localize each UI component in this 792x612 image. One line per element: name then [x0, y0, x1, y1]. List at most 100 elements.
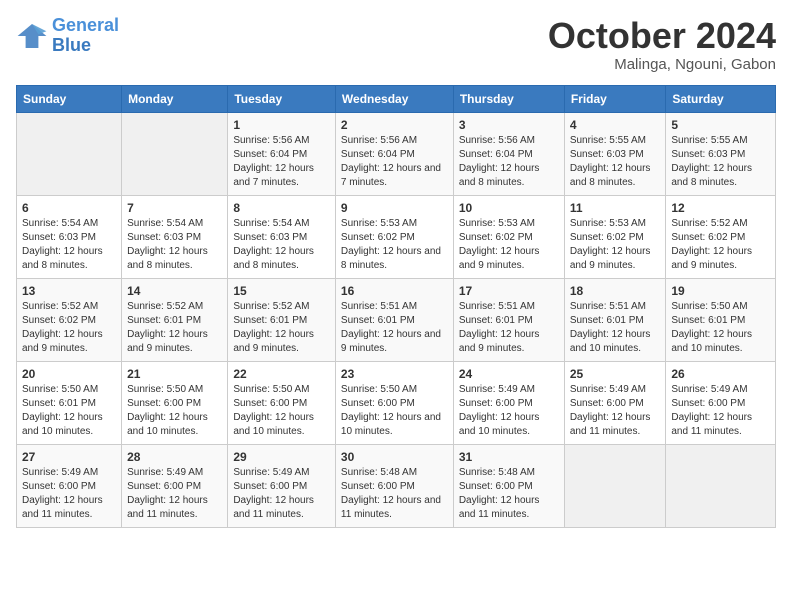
- calendar-cell: 8 Sunrise: 5:54 AMSunset: 6:03 PMDaylight…: [228, 195, 336, 278]
- day-number: 11: [570, 201, 661, 215]
- weekday-header: Sunday: [17, 85, 122, 112]
- location: Malinga, Ngouni, Gabon: [548, 56, 776, 73]
- day-number: 13: [22, 284, 116, 298]
- calendar-cell: 3 Sunrise: 5:56 AMSunset: 6:04 PMDaylight…: [453, 112, 564, 195]
- day-number: 22: [233, 367, 330, 381]
- calendar-cell: [17, 112, 122, 195]
- calendar-cell: [666, 444, 776, 527]
- calendar-cell: 30Sunrise: 5:48 AMSunset: 6:00 PMDayligh…: [335, 444, 453, 527]
- day-info: Sunrise: 5:52 AMSunset: 6:01 PMDaylight:…: [127, 300, 222, 356]
- day-number: 7: [127, 201, 222, 215]
- calendar-cell: 25Sunrise: 5:49 AMSunset: 6:00 PMDayligh…: [564, 361, 666, 444]
- weekday-header: Monday: [122, 85, 228, 112]
- logo: General Blue: [16, 16, 119, 56]
- day-info: Sunrise: 5:51 AMSunset: 6:01 PMDaylight:…: [570, 300, 661, 356]
- calendar-week-row: 27 Sunrise: 5:49 AMSunset: 6:00 PMDayligh…: [17, 444, 776, 527]
- day-info: Sunrise: 5:52 AMSunset: 6:01 PMDaylight:…: [233, 300, 330, 356]
- day-info: Sunrise: 5:51 AMSunset: 6:01 PMDaylight:…: [341, 300, 448, 356]
- day-number: 4: [570, 118, 661, 132]
- day-number: 5: [671, 118, 770, 132]
- day-number: 17: [459, 284, 559, 298]
- calendar-cell: 21Sunrise: 5:50 AMSunset: 6:00 PMDayligh…: [122, 361, 228, 444]
- day-number: 27: [22, 450, 116, 464]
- calendar-cell: 20 Sunrise: 5:50 AMSunset: 6:01 PMDayligh…: [17, 361, 122, 444]
- day-info: Sunrise: 5:55 AMSunset: 6:03 PMDaylight:…: [570, 134, 661, 190]
- calendar-cell: 13Sunrise: 5:52 AMSunset: 6:02 PMDayligh…: [17, 278, 122, 361]
- day-info: Sunrise: 5:54 AMSunset: 6:03 PMDaylight:…: [22, 217, 116, 273]
- day-info: Sunrise: 5:50 AMSunset: 6:00 PMDaylight:…: [233, 383, 330, 439]
- page-header: General Blue October 2024 Malinga, Ngoun…: [16, 16, 776, 73]
- weekday-header: Friday: [564, 85, 666, 112]
- day-info: Sunrise: 5:50 AMSunset: 6:01 PMDaylight:…: [671, 300, 770, 356]
- weekday-header: Saturday: [666, 85, 776, 112]
- calendar-cell: 27 Sunrise: 5:49 AMSunset: 6:00 PMDayligh…: [17, 444, 122, 527]
- day-info: Sunrise: 5:49 AMSunset: 6:00 PMDaylight:…: [671, 383, 770, 439]
- calendar-cell: 22 Sunrise: 5:50 AMSunset: 6:00 PMDayligh…: [228, 361, 336, 444]
- calendar-week-row: 13Sunrise: 5:52 AMSunset: 6:02 PMDayligh…: [17, 278, 776, 361]
- day-number: 1: [233, 118, 330, 132]
- day-number: 16: [341, 284, 448, 298]
- calendar-week-row: 1 Sunrise: 5:56 AMSunset: 6:04 PMDaylight…: [17, 112, 776, 195]
- calendar-cell: 7Sunrise: 5:54 AMSunset: 6:03 PMDaylight…: [122, 195, 228, 278]
- calendar-cell: 26 Sunrise: 5:49 AMSunset: 6:00 PMDayligh…: [666, 361, 776, 444]
- calendar-cell: 10 Sunrise: 5:53 AMSunset: 6:02 PMDayligh…: [453, 195, 564, 278]
- calendar-cell: 2Sunrise: 5:56 AMSunset: 6:04 PMDaylight…: [335, 112, 453, 195]
- day-info: Sunrise: 5:54 AMSunset: 6:03 PMDaylight:…: [233, 217, 330, 273]
- day-info: Sunrise: 5:51 AMSunset: 6:01 PMDaylight:…: [459, 300, 559, 356]
- day-info: Sunrise: 5:50 AMSunset: 6:01 PMDaylight:…: [22, 383, 116, 439]
- day-info: Sunrise: 5:56 AMSunset: 6:04 PMDaylight:…: [459, 134, 559, 190]
- day-number: 18: [570, 284, 661, 298]
- weekday-header: Wednesday: [335, 85, 453, 112]
- calendar-week-row: 20 Sunrise: 5:50 AMSunset: 6:01 PMDayligh…: [17, 361, 776, 444]
- day-number: 10: [459, 201, 559, 215]
- day-number: 9: [341, 201, 448, 215]
- calendar-cell: [564, 444, 666, 527]
- day-number: 24: [459, 367, 559, 381]
- calendar-cell: 28 Sunrise: 5:49 AMSunset: 6:00 PMDayligh…: [122, 444, 228, 527]
- day-number: 14: [127, 284, 222, 298]
- title-block: October 2024 Malinga, Ngouni, Gabon: [548, 16, 776, 73]
- day-info: Sunrise: 5:55 AMSunset: 6:03 PMDaylight:…: [671, 134, 770, 190]
- day-number: 3: [459, 118, 559, 132]
- calendar-cell: [122, 112, 228, 195]
- day-number: 8: [233, 201, 330, 215]
- day-number: 25: [570, 367, 661, 381]
- calendar-cell: 11 Sunrise: 5:53 AMSunset: 6:02 PMDayligh…: [564, 195, 666, 278]
- calendar-cell: 31Sunrise: 5:48 AMSunset: 6:00 PMDayligh…: [453, 444, 564, 527]
- day-number: 28: [127, 450, 222, 464]
- calendar-cell: 15 Sunrise: 5:52 AMSunset: 6:01 PMDayligh…: [228, 278, 336, 361]
- calendar-cell: 1 Sunrise: 5:56 AMSunset: 6:04 PMDaylight…: [228, 112, 336, 195]
- day-info: Sunrise: 5:53 AMSunset: 6:02 PMDaylight:…: [459, 217, 559, 273]
- calendar-cell: 5 Sunrise: 5:55 AMSunset: 6:03 PMDaylight…: [666, 112, 776, 195]
- calendar-cell: 19Sunrise: 5:50 AMSunset: 6:01 PMDayligh…: [666, 278, 776, 361]
- day-info: Sunrise: 5:53 AMSunset: 6:02 PMDaylight:…: [570, 217, 661, 273]
- calendar-cell: 24 Sunrise: 5:49 AMSunset: 6:00 PMDayligh…: [453, 361, 564, 444]
- day-info: Sunrise: 5:49 AMSunset: 6:00 PMDaylight:…: [22, 466, 116, 522]
- weekday-header-row: SundayMondayTuesdayWednesdayThursdayFrid…: [17, 85, 776, 112]
- calendar-cell: 9Sunrise: 5:53 AMSunset: 6:02 PMDaylight…: [335, 195, 453, 278]
- day-number: 29: [233, 450, 330, 464]
- calendar-cell: 14 Sunrise: 5:52 AMSunset: 6:01 PMDayligh…: [122, 278, 228, 361]
- day-number: 15: [233, 284, 330, 298]
- month-title: October 2024: [548, 16, 776, 56]
- calendar-cell: 18 Sunrise: 5:51 AMSunset: 6:01 PMDayligh…: [564, 278, 666, 361]
- day-number: 23: [341, 367, 448, 381]
- day-info: Sunrise: 5:56 AMSunset: 6:04 PMDaylight:…: [233, 134, 330, 190]
- day-number: 31: [459, 450, 559, 464]
- calendar-cell: 29 Sunrise: 5:49 AMSunset: 6:00 PMDayligh…: [228, 444, 336, 527]
- day-info: Sunrise: 5:49 AMSunset: 6:00 PMDaylight:…: [459, 383, 559, 439]
- logo-icon: [16, 20, 48, 52]
- day-info: Sunrise: 5:49 AMSunset: 6:00 PMDaylight:…: [127, 466, 222, 522]
- day-number: 6: [22, 201, 116, 215]
- weekday-header: Thursday: [453, 85, 564, 112]
- weekday-header: Tuesday: [228, 85, 336, 112]
- day-number: 20: [22, 367, 116, 381]
- day-number: 26: [671, 367, 770, 381]
- day-info: Sunrise: 5:49 AMSunset: 6:00 PMDaylight:…: [233, 466, 330, 522]
- day-number: 30: [341, 450, 448, 464]
- calendar-week-row: 6 Sunrise: 5:54 AMSunset: 6:03 PMDaylight…: [17, 195, 776, 278]
- calendar-cell: 6 Sunrise: 5:54 AMSunset: 6:03 PMDaylight…: [17, 195, 122, 278]
- calendar-cell: 4 Sunrise: 5:55 AMSunset: 6:03 PMDaylight…: [564, 112, 666, 195]
- day-info: Sunrise: 5:50 AMSunset: 6:00 PMDaylight:…: [127, 383, 222, 439]
- calendar-cell: 23Sunrise: 5:50 AMSunset: 6:00 PMDayligh…: [335, 361, 453, 444]
